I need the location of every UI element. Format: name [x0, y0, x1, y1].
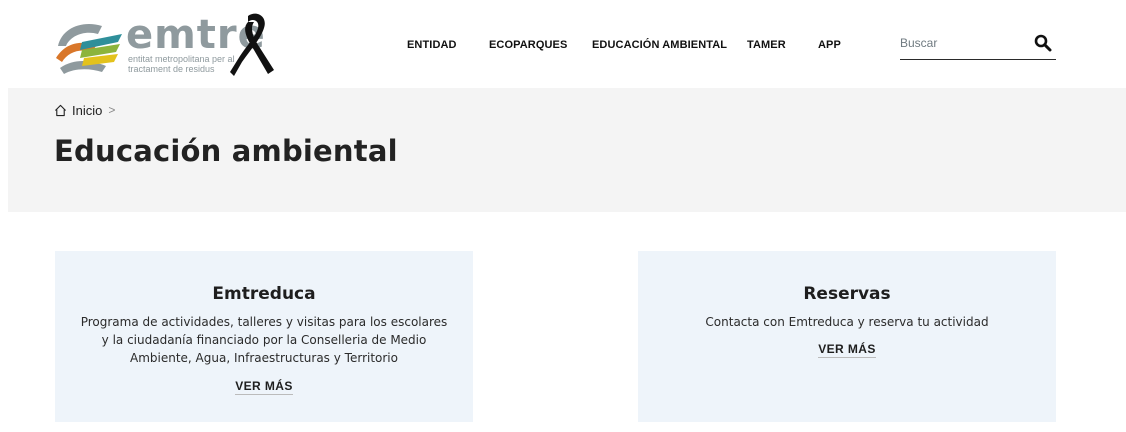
- card-description: Contacta con Emtreduca y reserva tu acti…: [705, 315, 989, 329]
- search-icon[interactable]: [1034, 34, 1052, 52]
- mourning-ribbon-icon: [230, 13, 274, 76]
- search-input[interactable]: [900, 32, 1020, 54]
- emtre-logo[interactable]: emtre entitat metropolitana per al tract…: [52, 12, 282, 76]
- page-header-band: Inicio > Educación ambiental: [8, 88, 1126, 212]
- nav-item-ecoparques[interactable]: ECOPARQUES: [489, 39, 567, 51]
- card-emtreduca: Emtreduca Programa de actividades, talle…: [55, 251, 473, 422]
- site-header: emtre entitat metropolitana per al tract…: [0, 0, 1126, 88]
- breadcrumb-separator: >: [108, 103, 116, 117]
- search-box: [900, 30, 1056, 60]
- ver-mas-label[interactable]: VER MÁS: [818, 342, 876, 358]
- breadcrumb-home-link[interactable]: Inicio: [72, 103, 102, 118]
- ver-mas-link[interactable]: VER MÁS: [638, 342, 1056, 358]
- nav-item-app[interactable]: APP: [818, 39, 841, 51]
- page-title: Educación ambiental: [54, 134, 398, 168]
- home-icon: [54, 104, 67, 116]
- card-reservas: Reservas Contacta con Emtreduca y reserv…: [638, 251, 1056, 422]
- breadcrumb: Inicio >: [54, 102, 115, 118]
- emtre-logo-mark: [56, 24, 122, 74]
- ver-mas-link[interactable]: VER MÁS: [55, 379, 473, 395]
- card-description: Programa de actividades, talleres y visi…: [80, 315, 448, 365]
- nav-item-tamer[interactable]: TAMER: [747, 39, 786, 51]
- nav-item-educacion-ambiental[interactable]: EDUCACIÓN AMBIENTAL: [592, 39, 727, 51]
- ver-mas-label[interactable]: VER MÁS: [235, 379, 293, 395]
- card-title: Emtreduca: [212, 284, 316, 304]
- card-title: Reservas: [803, 284, 891, 304]
- nav-item-entidad[interactable]: ENTIDAD: [407, 39, 457, 51]
